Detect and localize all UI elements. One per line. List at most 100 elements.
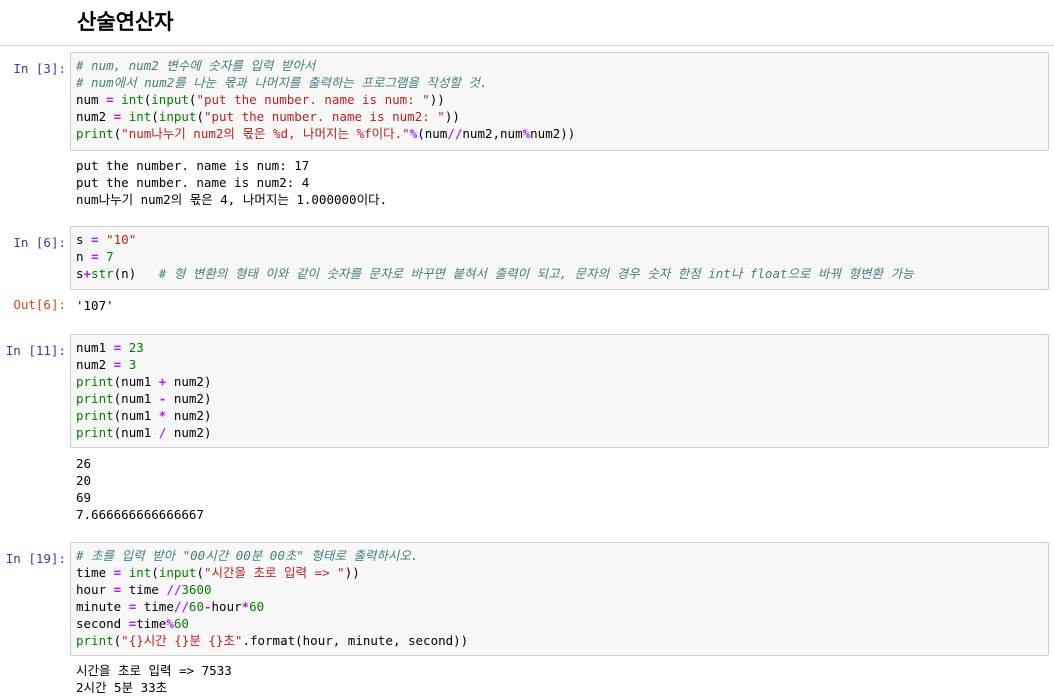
code-line: minute = time//60-hour*60 xyxy=(76,598,1043,615)
code-token: int xyxy=(128,109,152,124)
code-token: int xyxy=(121,92,144,107)
output-line: num나누기 num2의 몫은 4, 나머지는 1.000000이다. xyxy=(76,192,388,207)
code-token: num2) xyxy=(166,425,212,440)
code-token: input xyxy=(158,109,197,124)
code-token: # 초를 입력 받아 "00시간 00분 00초" 형태로 출력하시오. xyxy=(76,548,419,563)
code-token: print xyxy=(76,374,114,389)
code-token: s xyxy=(76,266,84,281)
code-token: // xyxy=(166,582,182,597)
code-token: # num에서 num2를 나눈 몫과 나머지를 출력하는 프로그램을 작성할 … xyxy=(76,75,488,90)
code-line: second =time%60 xyxy=(76,615,1043,632)
code-token: num2)) xyxy=(530,126,576,141)
code-token: num2) xyxy=(166,374,212,389)
output-line: 20 xyxy=(76,473,92,488)
code-line: print(num1 + num2) xyxy=(76,373,1043,390)
code-line: # num에서 num2를 나눈 몫과 나머지를 출력하는 프로그램을 작성할 … xyxy=(76,74,1043,91)
code-line: n = 7 xyxy=(76,248,1043,265)
code-token: "put the number. name is num: " xyxy=(196,92,430,107)
code-token: hour xyxy=(76,582,114,597)
output-prompt: Out[6]: xyxy=(13,297,66,312)
code-token: (num1 xyxy=(113,408,159,423)
code-token: "put the number. name is num2: " xyxy=(203,109,445,124)
code-editor[interactable]: s = "10" n = 7 s+str(n) # 형 변환의 형태 이와 같이… xyxy=(70,226,1049,290)
code-line: # 초를 입력 받아 "00시간 00분 00초" 형태로 출력하시오. xyxy=(76,547,1043,564)
code-token: s xyxy=(76,232,92,247)
code-token: time xyxy=(121,582,167,597)
code-line: s+str(n) # 형 변환의 형태 이와 같이 숫자를 문자로 바꾸면 붙혀… xyxy=(76,265,1043,282)
code-token: # num, num2 변수에 숫자를 입력 받아서 xyxy=(76,58,316,73)
code-token: 60 xyxy=(188,599,204,614)
code-token: - xyxy=(203,599,212,614)
code-token: input xyxy=(151,92,189,107)
output-line: put the number. name is num2: 4 xyxy=(76,175,310,190)
code-token: int xyxy=(128,565,152,580)
code-line: num2 = 3 xyxy=(76,356,1043,373)
code-token: 60 xyxy=(249,599,265,614)
code-token: ( xyxy=(196,565,204,580)
code-token: second xyxy=(76,616,129,631)
code-token: )) xyxy=(444,109,460,124)
code-line: print("{}시간 {}분 {}초".format(hour, minute… xyxy=(76,632,1043,649)
code-token: print xyxy=(76,391,114,406)
code-token: n xyxy=(76,249,92,264)
code-line: time = int(input("시간을 초로 입력 => ")) xyxy=(76,564,1043,581)
code-token: num xyxy=(76,92,107,107)
code-token: )) xyxy=(429,92,445,107)
code-token: = xyxy=(91,249,99,264)
code-line: num2 = int(input("put the number. name i… xyxy=(76,108,1043,125)
code-token: num1 xyxy=(76,340,114,355)
code-token: (num1 xyxy=(113,425,159,440)
output-line: 2시간 5분 33초 xyxy=(76,680,168,695)
code-token: // xyxy=(447,126,463,141)
input-prompt: In [11]: xyxy=(5,343,66,358)
code-token: input xyxy=(158,565,197,580)
output-line: put the number. name is num: 17 xyxy=(76,158,310,173)
code-line: num = int(input("put the number. name is… xyxy=(76,91,1043,108)
code-token: % xyxy=(522,126,531,141)
code-editor[interactable]: # num, num2 변수에 숫자를 입력 받아서 # num에서 num2를… xyxy=(70,52,1049,151)
code-token: // xyxy=(173,599,189,614)
code-token: num2) xyxy=(166,391,212,406)
code-token: 7 xyxy=(106,249,114,264)
section-heading: 산술연산자 xyxy=(77,10,174,34)
code-token: # 형 변환의 형태 이와 같이 숫자를 문자로 바꾸면 붙혀서 출력이 되고,… xyxy=(158,266,914,281)
code-token: hour xyxy=(211,599,242,614)
code-token: num2) xyxy=(166,408,212,423)
code-line: hour = time //3600 xyxy=(76,581,1043,598)
output-area: 26 20 69 7.666666666666667 xyxy=(76,455,204,523)
code-token: num2 xyxy=(76,109,114,124)
code-line: print(num1 / num2) xyxy=(76,424,1043,441)
code-token: ( xyxy=(151,565,159,580)
code-token: (num1 xyxy=(113,391,159,406)
output-area: put the number. name is num: 17 put the … xyxy=(76,157,387,208)
code-token: + xyxy=(83,266,92,281)
code-line: # num, num2 변수에 숫자를 입력 받아서 xyxy=(76,57,1043,74)
code-line: s = "10" xyxy=(76,231,1043,248)
output-line: 시간을 초로 입력 => 7533 xyxy=(76,663,232,678)
code-editor[interactable]: num1 = 23 num2 = 3 print(num1 + num2) pr… xyxy=(70,334,1049,448)
code-token: str xyxy=(91,266,114,281)
code-token: print xyxy=(76,126,114,141)
code-token: time xyxy=(136,616,167,631)
code-token: time xyxy=(136,599,174,614)
code-token: "{}시간 {}분 {}초" xyxy=(121,633,243,648)
output-area: 시간을 초로 입력 => 7533 2시간 5분 33초 xyxy=(76,662,232,696)
code-token: num2 xyxy=(76,357,114,372)
output-line: 26 xyxy=(76,456,92,471)
code-token: print xyxy=(76,633,114,648)
code-line: print(num1 - num2) xyxy=(76,390,1043,407)
code-token: )) xyxy=(344,565,360,580)
code-token: (num1 xyxy=(113,374,159,389)
code-line: num1 = 23 xyxy=(76,339,1043,356)
code-token: print xyxy=(76,408,114,423)
code-token: ( xyxy=(151,109,159,124)
input-prompt: In [6]: xyxy=(13,235,66,250)
code-editor[interactable]: # 초를 입력 받아 "00시간 00분 00초" 형태로 출력하시오. tim… xyxy=(70,542,1049,656)
notebook-header: 산술연산자 xyxy=(0,0,1054,46)
